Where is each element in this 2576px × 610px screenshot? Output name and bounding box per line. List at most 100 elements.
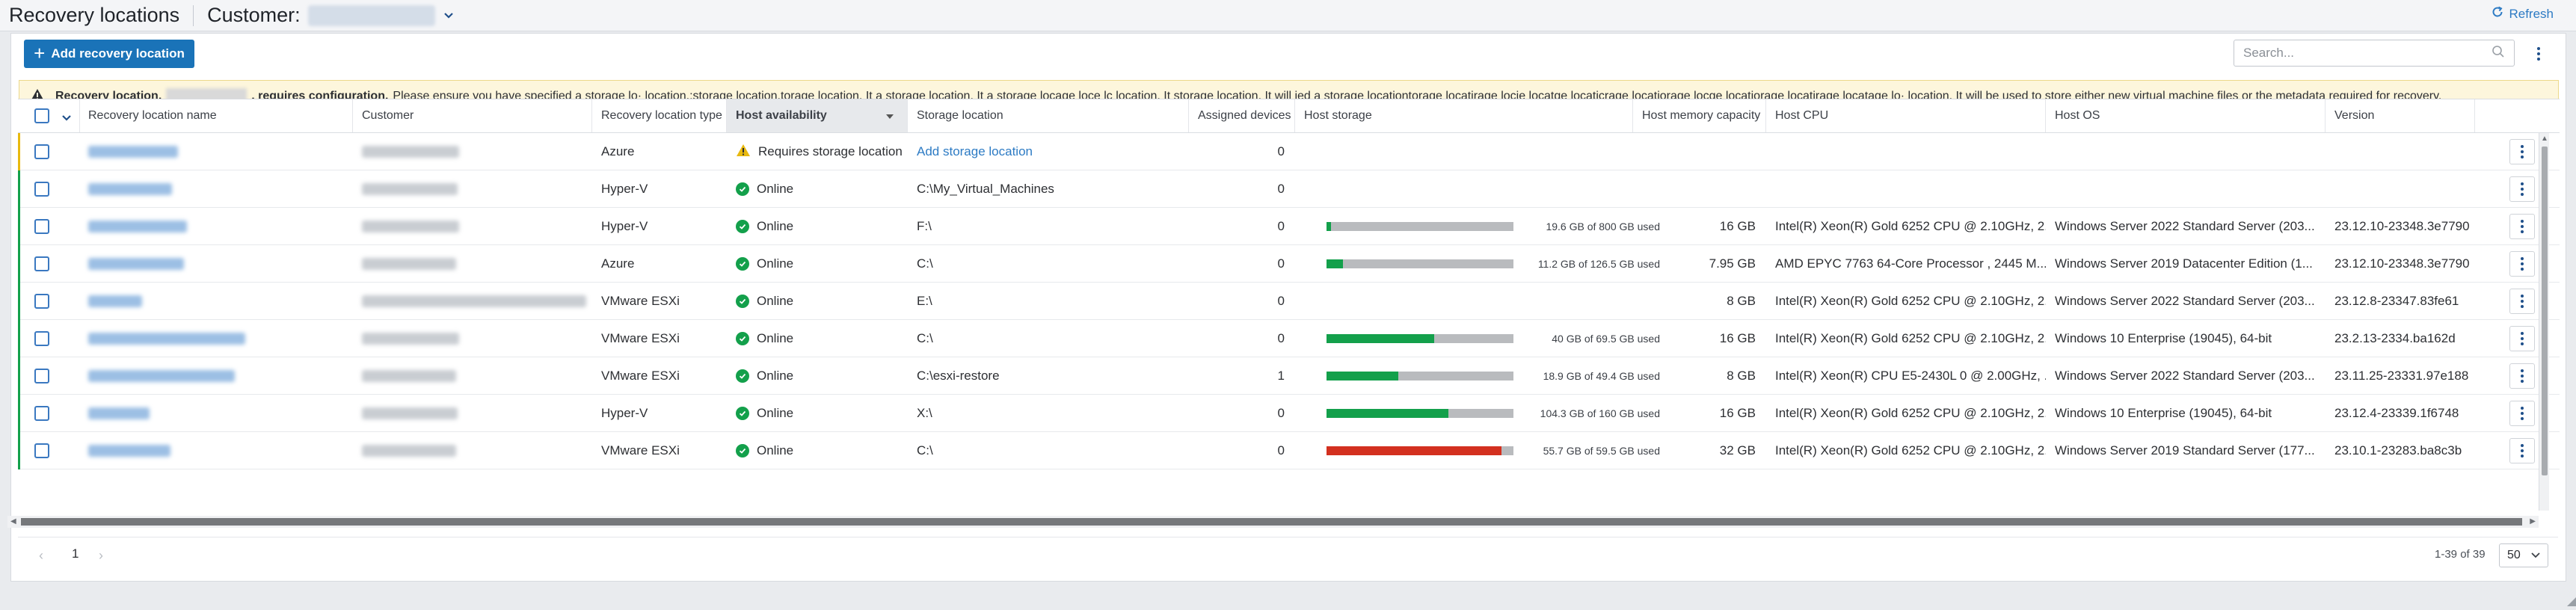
redacted-recovery-location-name[interactable] xyxy=(88,258,184,270)
row-checkbox[interactable] xyxy=(34,219,49,234)
horizontal-scroll-thumb[interactable] xyxy=(21,518,2522,526)
column-header-host-availability[interactable]: Host availability xyxy=(727,99,908,132)
previous-page-icon[interactable]: ‹ xyxy=(39,548,43,564)
column-header-recovery-location-name[interactable]: Recovery location name xyxy=(79,99,353,132)
host-availability-cell: Requires storage location xyxy=(727,133,908,170)
chevron-down-icon[interactable] xyxy=(441,8,456,23)
customer-cell xyxy=(353,133,592,170)
vertical-scrollbar[interactable]: ▲ xyxy=(2539,133,2549,511)
host-cpu-cell: Intel(R) Xeon(R) Gold 6252 CPU @ 2.10GHz… xyxy=(1766,208,2046,245)
column-header-host-storage[interactable]: Host storage xyxy=(1295,99,1633,132)
select-all-checkbox[interactable] xyxy=(34,108,49,123)
table-row[interactable]: Hyper-V OnlineF:\ 0 19.6 GB of 800 GB us… xyxy=(18,208,2560,245)
redacted-recovery-location-name[interactable] xyxy=(88,407,150,419)
recovery-location-name-cell[interactable] xyxy=(79,432,353,469)
column-header-customer[interactable]: Customer xyxy=(353,99,592,132)
scroll-left-arrow-icon[interactable]: ◀ xyxy=(10,517,16,526)
row-actions-menu-icon[interactable] xyxy=(2509,139,2535,164)
resize-handle-icon[interactable] xyxy=(2567,595,2576,604)
horizontal-scrollbar[interactable]: ◀ ▶ xyxy=(7,516,2539,528)
row-checkbox[interactable] xyxy=(34,443,49,458)
table-row[interactable]: Azure OnlineC:\ 0 11.2 GB of 126.5 GB us… xyxy=(18,245,2560,283)
column-header-assigned-devices[interactable]: Assigned devices xyxy=(1189,99,1295,132)
add-storage-location-link[interactable]: Add storage location xyxy=(908,133,1189,170)
check-circle-icon xyxy=(736,444,749,458)
row-actions-menu-icon[interactable] xyxy=(2509,251,2535,277)
recovery-location-name-cell[interactable] xyxy=(79,208,353,245)
recovery-location-name-cell[interactable] xyxy=(79,133,353,170)
table-row[interactable]: Azure Requires storage locationAdd stora… xyxy=(18,133,2560,170)
check-circle-icon xyxy=(736,182,749,196)
redacted-recovery-location-name[interactable] xyxy=(88,183,172,195)
column-header-host-memory-capacity[interactable]: Host memory capacity xyxy=(1633,99,1766,132)
recovery-location-name-cell[interactable] xyxy=(79,395,353,432)
plus-icon: + xyxy=(34,43,45,63)
recovery-location-name-cell[interactable] xyxy=(79,283,353,320)
recovery-location-name-cell[interactable] xyxy=(79,170,353,208)
row-actions-menu-icon[interactable] xyxy=(2509,214,2535,239)
page-header: Recovery locations Customer: Refresh xyxy=(0,0,2576,31)
column-header-recovery-location-type[interactable]: Recovery location type xyxy=(592,99,727,132)
column-header-storage-location[interactable]: Storage location xyxy=(908,99,1189,132)
recovery-location-type-cell: Hyper-V xyxy=(592,170,727,208)
page-size-select[interactable]: 50 xyxy=(2499,543,2548,567)
row-actions-menu-icon[interactable] xyxy=(2509,401,2535,426)
row-checkbox[interactable] xyxy=(34,294,49,309)
table-row[interactable]: Hyper-V OnlineX:\ 0 104.3 GB of 160 GB u… xyxy=(18,395,2560,432)
search-input[interactable] xyxy=(2243,46,2468,61)
row-actions-menu-icon[interactable] xyxy=(2509,289,2535,314)
vertical-scroll-thumb[interactable] xyxy=(2542,147,2548,475)
row-actions-menu-icon[interactable] xyxy=(2509,326,2535,351)
row-checkbox[interactable] xyxy=(34,144,49,159)
redacted-recovery-location-name[interactable] xyxy=(88,146,178,158)
recovery-location-name-cell[interactable] xyxy=(79,245,353,283)
redacted-customer-name xyxy=(362,445,456,457)
warning-icon xyxy=(736,144,751,161)
scroll-up-arrow-icon[interactable]: ▲ xyxy=(2541,135,2548,143)
row-actions-menu-icon[interactable] xyxy=(2509,176,2535,202)
redacted-recovery-location-name[interactable] xyxy=(88,221,187,232)
table-row[interactable]: VMware ESXi OnlineC:\ 0 40 GB of 69.5 GB… xyxy=(18,320,2560,357)
redacted-recovery-location-name[interactable] xyxy=(88,333,245,345)
customer-cell xyxy=(353,208,592,245)
row-checkbox[interactable] xyxy=(34,331,49,346)
redacted-recovery-location-name[interactable] xyxy=(88,445,170,457)
version-cell: 23.2.13-2334.ba162d xyxy=(2326,320,2475,357)
redacted-recovery-location-name[interactable] xyxy=(88,370,235,382)
table-row[interactable]: VMware ESXi OnlineC:\esxi-restore 1 18.9… xyxy=(18,357,2560,395)
selection-dropdown-chevron-icon[interactable] xyxy=(61,111,72,126)
page-number[interactable]: 1 xyxy=(72,546,79,561)
add-recovery-location-button[interactable]: + Add recovery location xyxy=(24,40,194,68)
row-actions-menu-icon[interactable] xyxy=(2509,363,2535,389)
column-header-version[interactable]: Version xyxy=(2326,99,2475,132)
recovery-location-name-cell[interactable] xyxy=(79,357,353,395)
customer-selector-value[interactable] xyxy=(308,5,435,26)
row-checkbox[interactable] xyxy=(34,256,49,271)
table-row[interactable]: VMware ESXi OnlineC:\ 0 55.7 GB of 59.5 … xyxy=(18,432,2560,469)
scroll-right-arrow-icon[interactable]: ▶ xyxy=(2530,517,2536,526)
refresh-button[interactable]: Refresh xyxy=(2491,5,2554,22)
host-cpu-cell xyxy=(1766,133,2046,170)
customer-cell xyxy=(353,320,592,357)
redacted-customer-name xyxy=(362,407,458,419)
table-row[interactable]: Hyper-V OnlineC:\My_Virtual_Machines 0 xyxy=(18,170,2560,208)
more-options-icon[interactable] xyxy=(2531,44,2546,64)
table-row[interactable]: VMware ESXi OnlineE:\ 08 GB Intel(R) Xeo… xyxy=(18,283,2560,320)
row-checkbox[interactable] xyxy=(34,406,49,421)
check-circle-icon xyxy=(736,369,749,383)
row-checkbox[interactable] xyxy=(34,369,49,383)
row-actions-menu-icon[interactable] xyxy=(2509,438,2535,463)
recovery-locations-table: Recovery location name Customer Recovery… xyxy=(18,99,2560,469)
search-icon[interactable] xyxy=(2492,45,2505,62)
next-page-icon[interactable]: › xyxy=(99,548,103,564)
host-availability-text: Online xyxy=(757,369,793,383)
version-cell: 23.12.10-23348.3e7790 xyxy=(2326,245,2475,283)
recovery-location-name-cell[interactable] xyxy=(79,320,353,357)
column-header-host-cpu[interactable]: Host CPU xyxy=(1766,99,2046,132)
row-checkbox[interactable] xyxy=(34,182,49,197)
column-header-host-os[interactable]: Host OS xyxy=(2046,99,2326,132)
redacted-recovery-location-name[interactable] xyxy=(88,295,142,307)
assigned-devices-cell: 0 xyxy=(1189,320,1295,357)
recovery-location-type-cell: VMware ESXi xyxy=(592,320,727,357)
search-box[interactable] xyxy=(2234,40,2515,67)
